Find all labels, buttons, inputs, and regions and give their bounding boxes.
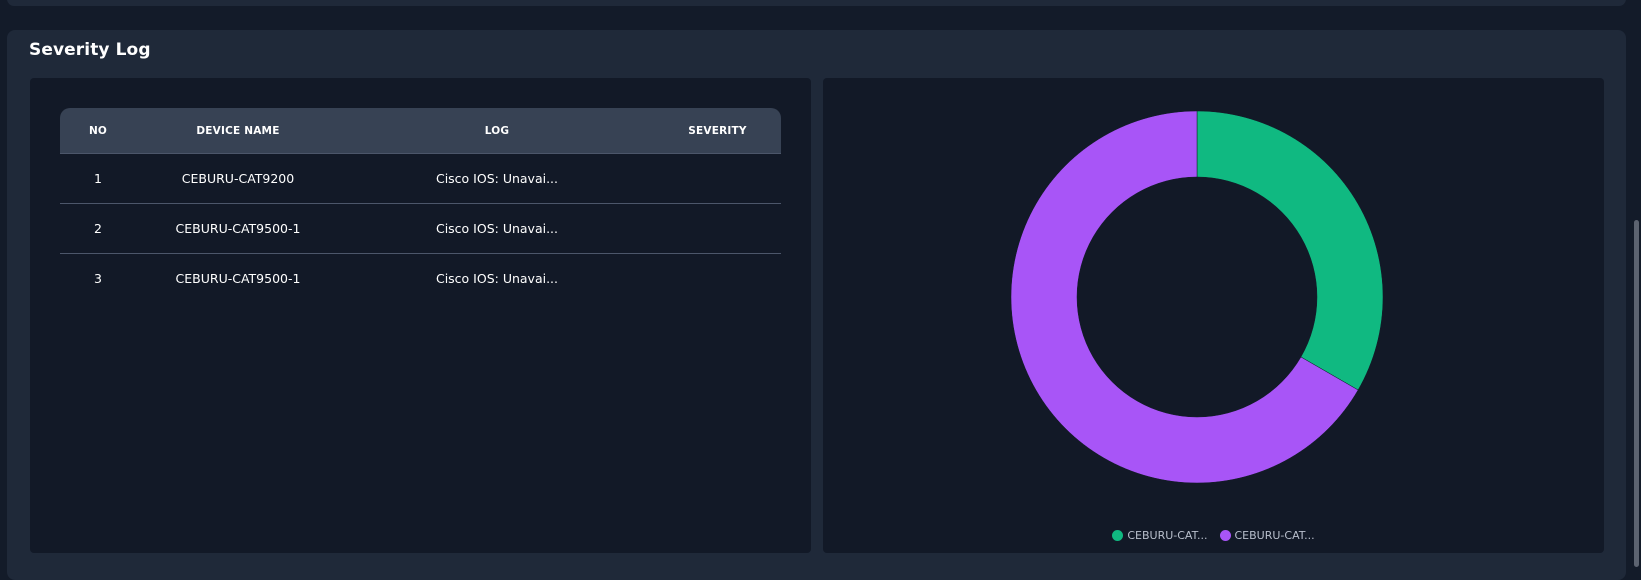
severity-log-panel: Severity Log NO DEVICE NAME LOG SEVERITY…: [7, 30, 1626, 580]
severity-table-card: NO DEVICE NAME LOG SEVERITY 1 CEBURU-CAT…: [30, 78, 811, 553]
legend-label: CEBURU-CAT...: [1234, 529, 1315, 542]
severity-chart-card: CEBURU-CAT... CEBURU-CAT...: [823, 78, 1604, 553]
header-device-name[interactable]: DEVICE NAME: [136, 125, 340, 137]
legend-item-1[interactable]: CEBURU-CAT...: [1112, 529, 1208, 542]
cell-device-name: CEBURU-CAT9200: [181, 171, 295, 186]
table-row[interactable]: 1 CEBURU-CAT9200 Cisco IOS: Unavai...: [60, 154, 781, 204]
table-row[interactable]: 3 CEBURU-CAT9500-1 Cisco IOS: Unavai...: [60, 254, 781, 303]
cell-device-name: CEBURU-CAT9500-1: [175, 221, 301, 236]
legend-dot-icon: [1112, 530, 1124, 541]
cell-no: 3: [94, 271, 102, 286]
donut-slice-1[interactable]: [1196, 110, 1384, 391]
panel-title: Severity Log: [29, 40, 151, 60]
legend-label: CEBURU-CAT...: [1127, 529, 1208, 542]
cell-no: 2: [94, 221, 102, 236]
cell-log: Cisco IOS: Unavai...: [435, 171, 559, 186]
cell-no: 1: [94, 171, 102, 186]
cell-device-name: CEBURU-CAT9500-1: [175, 271, 301, 286]
header-severity[interactable]: SEVERITY: [654, 125, 781, 137]
donut-chart[interactable]: [823, 78, 1604, 553]
legend-dot-icon: [1219, 530, 1231, 541]
table-header: NO DEVICE NAME LOG SEVERITY: [60, 108, 781, 154]
severity-table: NO DEVICE NAME LOG SEVERITY 1 CEBURU-CAT…: [60, 108, 781, 303]
legend-item-2[interactable]: CEBURU-CAT...: [1219, 529, 1315, 542]
header-no[interactable]: NO: [60, 125, 136, 137]
chart-legend: CEBURU-CAT... CEBURU-CAT...: [823, 529, 1604, 542]
previous-panel-edge: [7, 0, 1626, 6]
header-log[interactable]: LOG: [340, 125, 654, 137]
cell-log: Cisco IOS: Unavai...: [435, 221, 559, 236]
page-scrollbar[interactable]: [1634, 220, 1639, 567]
table-row[interactable]: 2 CEBURU-CAT9500-1 Cisco IOS: Unavai...: [60, 204, 781, 254]
cell-log: Cisco IOS: Unavai...: [435, 271, 559, 286]
